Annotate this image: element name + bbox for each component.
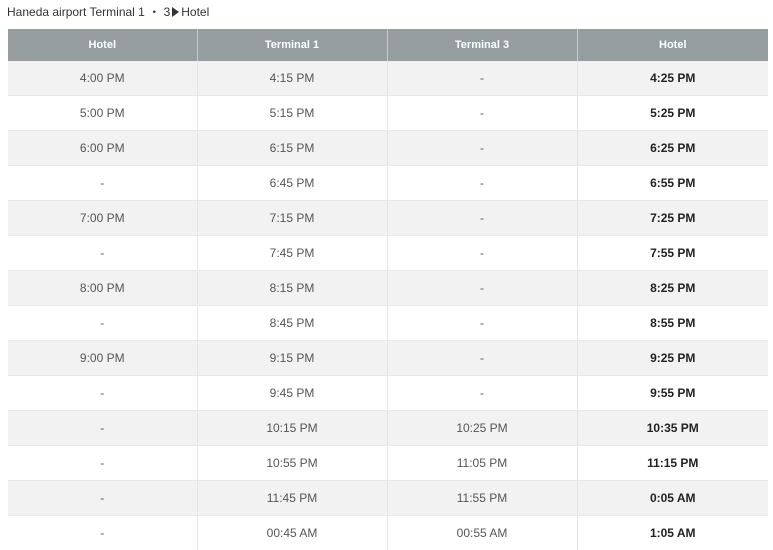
cell-terminal-3: - — [387, 95, 578, 131]
table-row: -6:45 PM -6:55 PM — [8, 165, 768, 201]
cell-hotel-arrival: 0:05 AM — [577, 480, 768, 516]
cell-terminal-1: 10:55 PM — [197, 445, 388, 481]
cell-hotel-arrival: 9:25 PM — [577, 340, 768, 376]
cell-terminal-3: 11:55 PM — [387, 480, 578, 516]
cell-terminal-1: 9:45 PM — [197, 375, 388, 411]
title-terminal: 3 — [163, 5, 171, 19]
table-row: -10:55 PM 11:05 PM 11:15 PM — [8, 445, 768, 481]
table-row: -11:45 PM 11:55 PM 0:05 AM — [8, 480, 768, 516]
cell-terminal-1: 9:15 PM — [197, 340, 388, 376]
cell-hotel-departure: - — [8, 410, 198, 446]
cell-hotel-departure: 4:00 PM — [8, 61, 198, 96]
cell-terminal-3: - — [387, 305, 578, 341]
cell-terminal-3: - — [387, 61, 578, 96]
header-row: Hotel Terminal 1 Terminal 3 Hotel — [8, 29, 768, 61]
cell-hotel-arrival: 4:25 PM — [577, 61, 768, 96]
cell-terminal-3: - — [387, 270, 578, 306]
cell-terminal-1: 6:15 PM — [197, 130, 388, 166]
cell-hotel-arrival: 8:55 PM — [577, 305, 768, 341]
cell-hotel-departure: - — [8, 480, 198, 516]
cell-terminal-3: - — [387, 375, 578, 411]
cell-hotel-arrival: 7:25 PM — [577, 200, 768, 236]
cell-terminal-1: 7:45 PM — [197, 235, 388, 271]
cell-hotel-departure: 8:00 PM — [8, 270, 198, 306]
cell-terminal-1: 8:45 PM — [197, 305, 388, 341]
cell-terminal-1: 8:15 PM — [197, 270, 388, 306]
cell-hotel-departure: - — [8, 515, 198, 550]
cell-hotel-arrival: 11:15 PM — [577, 445, 768, 481]
table-row: 6:00 PM 6:15 PM -6:25 PM — [8, 130, 768, 166]
cell-hotel-departure: 9:00 PM — [8, 340, 198, 376]
table-row: 9:00 PM 9:15 PM -9:25 PM — [8, 340, 768, 376]
cell-terminal-1: 7:15 PM — [197, 200, 388, 236]
cell-hotel-departure: 6:00 PM — [8, 130, 198, 166]
cell-hotel-arrival: 6:55 PM — [577, 165, 768, 201]
cell-hotel-arrival: 5:25 PM — [577, 95, 768, 131]
cell-terminal-3: - — [387, 200, 578, 236]
cell-hotel-departure: 5:00 PM — [8, 95, 198, 131]
cell-hotel-arrival: 6:25 PM — [577, 130, 768, 166]
cell-terminal-3: 11:05 PM — [387, 445, 578, 481]
cell-hotel-departure: - — [8, 445, 198, 481]
cell-terminal-1: 00:45 AM — [197, 515, 388, 550]
table-row: -7:45 PM -7:55 PM — [8, 235, 768, 271]
table-row: -8:45 PM -8:55 PM — [8, 305, 768, 341]
cell-hotel-departure: - — [8, 375, 198, 411]
cell-terminal-1: 4:15 PM — [197, 61, 388, 96]
cell-hotel-arrival: 10:35 PM — [577, 410, 768, 446]
title-destination: Hotel — [181, 5, 210, 19]
header-terminal-3: Terminal 3 — [387, 29, 578, 61]
cell-terminal-3: - — [387, 165, 578, 201]
cell-terminal-3: - — [387, 340, 578, 376]
right-arrow-icon — [172, 7, 180, 17]
cell-terminal-3: - — [387, 235, 578, 271]
table-row: 8:00 PM 8:15 PM -8:25 PM — [8, 270, 768, 306]
cell-hotel-departure: - — [8, 305, 198, 341]
cell-terminal-3: - — [387, 130, 578, 166]
page: Haneda airport Terminal 1 ・ 3 Hotel Hotel… — [0, 0, 773, 550]
cell-hotel-departure: 7:00 PM — [8, 200, 198, 236]
timetable-body: 4:00 PM 4:15 PM -4:25 PM 5:00 PM 5:15 PM -5:2… — [8, 61, 768, 550]
timetable-header: Hotel Terminal 1 Terminal 3 Hotel — [8, 29, 768, 61]
shuttle-timetable: Hotel Terminal 1 Terminal 3 Hotel 4:00 P… — [8, 29, 768, 550]
header-terminal-1: Terminal 1 — [197, 29, 388, 61]
cell-terminal-1: 5:15 PM — [197, 95, 388, 131]
cell-hotel-arrival: 1:05 AM — [577, 515, 768, 550]
cell-terminal-3: 10:25 PM — [387, 410, 578, 446]
table-row: -10:15 PM 10:25 PM 10:35 PM — [8, 410, 768, 446]
table-row: 5:00 PM 5:15 PM -5:25 PM — [8, 95, 768, 131]
table-row: 4:00 PM 4:15 PM -4:25 PM — [8, 61, 768, 96]
cell-terminal-1: 10:15 PM — [197, 410, 388, 446]
cell-hotel-departure: - — [8, 235, 198, 271]
cell-terminal-1: 11:45 PM — [197, 480, 388, 516]
cell-hotel-departure: - — [8, 165, 198, 201]
table-row: -00:45 AM 00:55 AM 1:05 AM — [8, 515, 768, 550]
table-row: 7:00 PM 7:15 PM -7:25 PM — [8, 200, 768, 236]
cell-hotel-arrival: 7:55 PM — [577, 235, 768, 271]
cell-hotel-arrival: 9:55 PM — [577, 375, 768, 411]
header-hotel-departure: Hotel — [8, 29, 198, 61]
table-row: -9:45 PM -9:55 PM — [8, 375, 768, 411]
schedule-title: Haneda airport Terminal 1 ・ 3 Hotel — [7, 4, 209, 20]
title-separator: ・ — [148, 5, 161, 19]
cell-terminal-1: 6:45 PM — [197, 165, 388, 201]
title-origin: Haneda airport Terminal 1 — [7, 5, 145, 19]
header-hotel-arrival: Hotel — [577, 29, 768, 61]
cell-terminal-3: 00:55 AM — [387, 515, 578, 550]
cell-hotel-arrival: 8:25 PM — [577, 270, 768, 306]
